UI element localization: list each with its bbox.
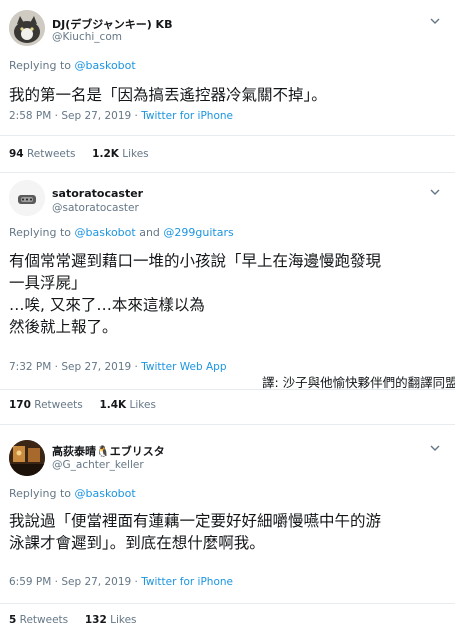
reply-context: Replying to @baskobot xyxy=(9,487,136,500)
source-link[interactable]: Twitter for iPhone xyxy=(141,110,233,122)
tweet-text-line: 我的第一名是「因為搞丟遙控器冷氣關不掉」。 xyxy=(9,86,327,104)
source-link[interactable]: Twitter for iPhone xyxy=(141,576,233,588)
reply-and: and xyxy=(135,226,164,239)
tweet-text-line: …唉, 又來了…本來這樣以為 xyxy=(9,296,205,314)
tweet-stats: 94 Retweets 1.2K Likes xyxy=(9,148,149,160)
user-handle[interactable]: @G_achter_keller xyxy=(52,459,144,471)
tweet-separator xyxy=(0,172,455,173)
retweets-count[interactable]: 94 Retweets xyxy=(9,148,75,160)
retweets-count[interactable]: 5 Retweets xyxy=(9,614,68,626)
user-handle[interactable]: @Kiuchi_com xyxy=(52,31,122,43)
avatar-guitar[interactable] xyxy=(9,180,45,216)
avatar-cat[interactable] xyxy=(9,10,45,46)
divider xyxy=(0,135,455,136)
tweet-text-line: 然後就上報了。 xyxy=(9,318,118,336)
tweet-stats: 5 Retweets 132 Likes xyxy=(9,614,137,626)
reply-prefix: Replying to xyxy=(9,487,75,500)
tweet-separator xyxy=(0,424,455,425)
tweet-stats: 170 Retweets 1.4K Likes xyxy=(9,399,156,411)
display-name[interactable]: DJ(デブジャンキー) KB xyxy=(52,16,172,32)
reply-context: Replying to @baskobot and @299guitars xyxy=(9,226,234,239)
user-handle[interactable]: @satoratocaster xyxy=(52,202,139,214)
retweets-count[interactable]: 170 Retweets xyxy=(9,399,83,411)
timestamp[interactable]: 2:58 PM · Sep 27, 2019 · xyxy=(9,110,141,122)
chevron-down-icon[interactable] xyxy=(429,16,441,26)
tweet-text: 我的第一名是「因為搞丟遙控器冷氣關不掉」。 xyxy=(9,84,449,106)
tweet-text-line: 泳課才會遲到」。到底在想什麼啊我。 xyxy=(9,534,265,552)
reply-context: Replying to @baskobot xyxy=(9,59,136,72)
tweet-meta: 2:58 PM · Sep 27, 2019 · Twitter for iPh… xyxy=(9,110,233,122)
likes-count[interactable]: 132 Likes xyxy=(85,614,137,626)
tweet-meta: 6:59 PM · Sep 27, 2019 · Twitter for iPh… xyxy=(9,576,233,588)
guitar-avatar-icon xyxy=(9,180,45,216)
tweet-text-line: 我說過「便當裡面有蓮藕一定要好好細嚼慢嚥中午的游 xyxy=(9,512,382,530)
chevron-down-icon[interactable] xyxy=(429,443,441,453)
tweet-meta: 7:32 PM · Sep 27, 2019 · Twitter Web App xyxy=(9,361,227,373)
tweet-text-line: 一具浮屍」 xyxy=(9,274,87,292)
display-name[interactable]: satoratocaster xyxy=(52,187,143,200)
reply-mention-link[interactable]: @baskobot xyxy=(75,226,136,239)
translation-credit: 譯: 沙子與他愉快夥伴們的翻譯同盟 xyxy=(262,375,455,390)
reply-prefix: Replying to xyxy=(9,226,75,239)
timestamp[interactable]: 7:32 PM · Sep 27, 2019 · xyxy=(9,361,141,373)
timestamp[interactable]: 6:59 PM · Sep 27, 2019 · xyxy=(9,576,141,588)
tweet-text-line: 有個常常遲到藉口一堆的小孩說「早上在海邊慢跑發現 xyxy=(9,252,382,270)
likes-count[interactable]: 1.2K Likes xyxy=(92,148,149,160)
chevron-down-icon[interactable] xyxy=(429,187,441,197)
divider xyxy=(0,603,455,604)
tweet-text: 有個常常遲到藉口一堆的小孩說「早上在海邊慢跑發現 一具浮屍」 …唉, 又來了…本… xyxy=(9,250,449,338)
reply-mention-link-2[interactable]: @299guitars xyxy=(163,226,233,239)
reply-mention-link[interactable]: @baskobot xyxy=(75,59,136,72)
reply-mention-link[interactable]: @baskobot xyxy=(75,487,136,500)
cat-avatar-icon xyxy=(9,10,45,46)
source-link[interactable]: Twitter Web App xyxy=(141,361,226,373)
display-name[interactable]: 高荻泰晴🐧エブリスタ xyxy=(52,443,165,459)
tweet-text: 我說過「便當裡面有蓮藕一定要好好細嚼慢嚥中午的游 泳課才會遲到」。到底在想什麼啊… xyxy=(9,510,449,554)
avatar-room[interactable] xyxy=(9,440,45,476)
reply-prefix: Replying to xyxy=(9,59,75,72)
likes-count[interactable]: 1.4K Likes xyxy=(99,399,156,411)
room-avatar-icon xyxy=(9,440,45,476)
